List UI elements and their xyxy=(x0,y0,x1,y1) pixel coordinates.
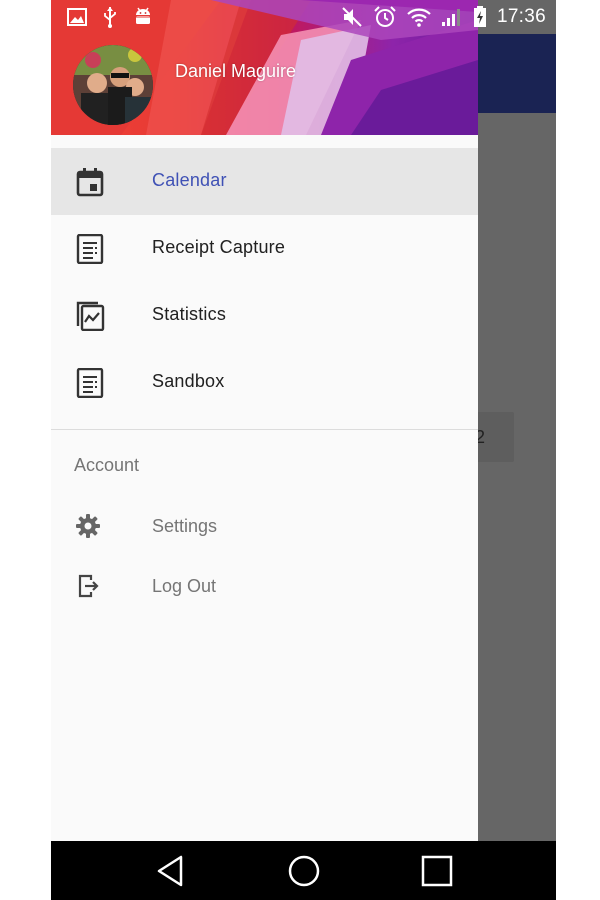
divider xyxy=(51,429,478,430)
recents-icon[interactable] xyxy=(417,851,457,891)
menu-item-label: Calendar xyxy=(152,170,227,190)
menu-item-statistics[interactable]: Statistics xyxy=(51,282,478,349)
statistics-icon xyxy=(76,301,105,331)
logout-icon xyxy=(78,574,99,598)
menu-item-label: Receipt Capture xyxy=(152,237,286,257)
home-icon[interactable] xyxy=(284,851,324,891)
image-icon xyxy=(67,8,87,26)
gear-icon xyxy=(76,514,100,538)
alarm-icon xyxy=(374,6,396,27)
battery-icon xyxy=(473,6,486,27)
back-icon[interactable] xyxy=(151,851,191,891)
profile-photo xyxy=(73,45,153,125)
menu-item-receipt-capture[interactable]: Receipt Capture xyxy=(51,215,478,282)
mute-icon xyxy=(342,7,362,27)
status-time: 17:36 xyxy=(496,6,546,27)
menu-item-sandbox[interactable]: Sandbox xyxy=(51,349,478,416)
user-name: Daniel Maguire xyxy=(175,61,297,81)
usb-icon xyxy=(104,7,116,28)
calendar-icon xyxy=(76,168,104,197)
menu-item-label: Settings xyxy=(152,516,218,536)
menu-item-calendar[interactable]: Calendar xyxy=(51,148,478,215)
menu-item-log-out[interactable]: Log Out xyxy=(51,560,478,616)
phone-screen: 2 17:36 Daniel Maguire Calendar Receipt … xyxy=(51,0,556,900)
menu-item-label: Log Out xyxy=(152,576,217,596)
wifi-icon xyxy=(407,8,431,27)
navigation-bar xyxy=(51,841,556,900)
menu-item-label: Statistics xyxy=(152,304,227,324)
android-icon xyxy=(134,7,152,24)
sandbox-icon xyxy=(76,368,104,398)
section-title-account: Account xyxy=(74,455,140,475)
drawer-menu: Calendar Receipt Capture Statistics Sand… xyxy=(51,148,478,416)
signal-icon xyxy=(441,9,460,26)
navigation-drawer: Daniel Maguire Calendar Receipt Capture … xyxy=(51,0,478,841)
menu-item-settings[interactable]: Settings xyxy=(51,500,478,556)
menu-item-label: Sandbox xyxy=(152,371,225,391)
receipt-icon xyxy=(76,234,104,264)
status-bar: 17:36 xyxy=(51,0,556,34)
avatar[interactable] xyxy=(73,45,153,125)
